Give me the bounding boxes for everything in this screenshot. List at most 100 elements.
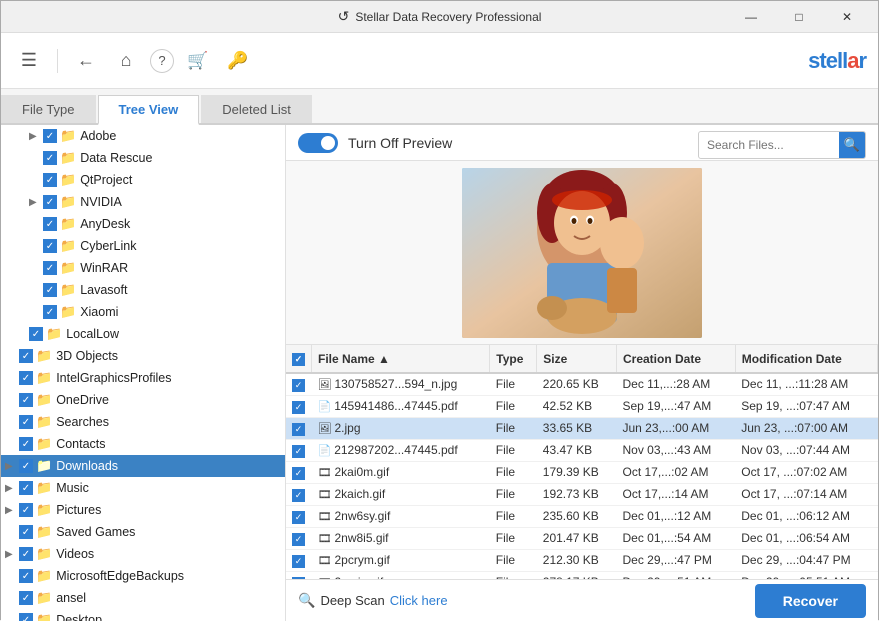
tab-deleted-list[interactable]: Deleted List (201, 95, 312, 123)
tree-item[interactable]: ✓📁AnyDesk (1, 213, 285, 235)
table-row[interactable]: ✓ 🖼2.jpg File 33.65 KB Jun 23,...:00 AM … (286, 417, 878, 439)
tree-checkbox[interactable]: ✓ (19, 437, 33, 451)
tree-checkbox[interactable]: ✓ (19, 393, 33, 407)
home-icon[interactable]: ⌂ (110, 45, 142, 77)
tree-item[interactable]: ▶✓📁Pictures (1, 499, 285, 521)
table-row[interactable]: ✓ 📄212987202...47445.pdf File 43.47 KB N… (286, 439, 878, 461)
tab-file-type[interactable]: File Type (1, 95, 96, 123)
tree-item[interactable]: ✓📁LocalLow (1, 323, 285, 345)
row-modified: Oct 17, ...:07:02 AM (735, 461, 877, 483)
tree-checkbox[interactable]: ✓ (19, 371, 33, 385)
table-row[interactable]: ✓ 🖼130758527...594_n.jpg File 220.65 KB … (286, 373, 878, 395)
tree-checkbox[interactable]: ✓ (43, 283, 57, 297)
tree-checkbox[interactable]: ✓ (19, 503, 33, 517)
tree-item[interactable]: ✓📁3D Objects (1, 345, 285, 367)
menu-icon[interactable]: ☰ (13, 45, 45, 77)
back-icon[interactable]: ← (70, 45, 102, 77)
tree-checkbox[interactable]: ✓ (43, 261, 57, 275)
table-row[interactable]: ✓ 🎞2pyrja.gif File 278.17 KB Dec 29,...:… (286, 571, 878, 579)
tree-checkbox[interactable]: ✓ (19, 591, 33, 605)
table-row[interactable]: ✓ 🎞2nw8i5.gif File 201.47 KB Dec 01,...:… (286, 527, 878, 549)
tree-item[interactable]: ✓📁OneDrive (1, 389, 285, 411)
tree-item[interactable]: ▶✓📁NVIDIA (1, 191, 285, 213)
tree-item[interactable]: ✓📁Xiaomi (1, 301, 285, 323)
tree-checkbox[interactable]: ✓ (43, 305, 57, 319)
table-row[interactable]: ✓ 📄145941486...47445.pdf File 42.52 KB S… (286, 395, 878, 417)
tree-item[interactable]: ✓📁ansel (1, 587, 285, 609)
tree-checkbox[interactable]: ✓ (19, 547, 33, 561)
tree-item[interactable]: ✓📁Contacts (1, 433, 285, 455)
tree-checkbox[interactable]: ✓ (19, 569, 33, 583)
tree-item[interactable]: ✓📁Searches (1, 411, 285, 433)
search-input[interactable] (699, 135, 839, 155)
col-size[interactable]: Size (537, 345, 617, 373)
maximize-button[interactable]: □ (776, 1, 822, 33)
row-checkbox-cell[interactable]: ✓ (286, 483, 312, 505)
row-checkbox[interactable]: ✓ (292, 467, 305, 480)
row-checkbox-cell[interactable]: ✓ (286, 505, 312, 527)
select-all-checkbox[interactable]: ✓ (292, 353, 305, 366)
search-button[interactable]: 🔍 (839, 132, 865, 158)
col-type[interactable]: Type (490, 345, 537, 373)
row-checkbox-cell[interactable]: ✓ (286, 373, 312, 395)
tree-checkbox[interactable]: ✓ (19, 459, 33, 473)
col-created[interactable]: Creation Date (616, 345, 735, 373)
row-checkbox[interactable]: ✓ (292, 423, 305, 436)
tree-checkbox[interactable]: ✓ (43, 239, 57, 253)
tree-item[interactable]: ▶✓📁Videos (1, 543, 285, 565)
row-checkbox[interactable]: ✓ (292, 511, 305, 524)
tree-item-label: IntelGraphicsProfiles (56, 371, 171, 385)
tab-tree-view[interactable]: Tree View (98, 95, 200, 125)
key-icon[interactable]: 🔑 (222, 45, 254, 77)
tree-checkbox[interactable]: ✓ (19, 525, 33, 539)
tree-item[interactable]: ✓📁IntelGraphicsProfiles (1, 367, 285, 389)
close-button[interactable]: ✕ (824, 1, 870, 33)
row-checkbox[interactable]: ✓ (292, 555, 305, 568)
cart-icon[interactable]: 🛒 (182, 45, 214, 77)
col-filename[interactable]: File Name ▲ (312, 345, 490, 373)
row-checkbox-cell[interactable]: ✓ (286, 571, 312, 579)
table-row[interactable]: ✓ 🎞2kai0m.gif File 179.39 KB Oct 17,...:… (286, 461, 878, 483)
row-checkbox[interactable]: ✓ (292, 489, 305, 502)
tree-item[interactable]: ▶✓📁Adobe (1, 125, 285, 147)
row-checkbox-cell[interactable]: ✓ (286, 417, 312, 439)
tree-item[interactable]: ✓📁Saved Games (1, 521, 285, 543)
tree-item[interactable]: ✓📁QtProject (1, 169, 285, 191)
tree-item[interactable]: ▶✓📁Music (1, 477, 285, 499)
row-checkbox-cell[interactable]: ✓ (286, 439, 312, 461)
recover-button[interactable]: Recover (755, 584, 866, 618)
row-checkbox[interactable]: ✓ (292, 533, 305, 546)
tree-checkbox[interactable]: ✓ (43, 129, 57, 143)
row-checkbox-cell[interactable]: ✓ (286, 527, 312, 549)
tree-arrow-icon: ▶ (5, 461, 19, 472)
row-checkbox-cell[interactable]: ✓ (286, 395, 312, 417)
tree-item[interactable]: ✓📁Data Rescue (1, 147, 285, 169)
preview-toggle[interactable] (298, 133, 338, 153)
row-checkbox[interactable]: ✓ (292, 401, 305, 414)
tree-item[interactable]: ✓📁MicrosoftEdgeBackups (1, 565, 285, 587)
tree-checkbox[interactable]: ✓ (43, 151, 57, 165)
row-checkbox[interactable]: ✓ (292, 445, 305, 458)
tree-checkbox[interactable]: ✓ (29, 327, 43, 341)
tree-checkbox[interactable]: ✓ (19, 349, 33, 363)
row-checkbox-cell[interactable]: ✓ (286, 549, 312, 571)
tree-item[interactable]: ✓📁WinRAR (1, 257, 285, 279)
tree-item[interactable]: ✓📁CyberLink (1, 235, 285, 257)
tree-item[interactable]: ✓📁Desktop (1, 609, 285, 621)
help-icon[interactable]: ? (150, 49, 174, 73)
row-checkbox[interactable]: ✓ (292, 379, 305, 392)
tree-checkbox[interactable]: ✓ (19, 481, 33, 495)
table-row[interactable]: ✓ 🎞2kaich.gif File 192.73 KB Oct 17,...:… (286, 483, 878, 505)
tree-checkbox[interactable]: ✓ (19, 415, 33, 429)
table-row[interactable]: ✓ 🎞2pcrym.gif File 212.30 KB Dec 29,...:… (286, 549, 878, 571)
row-checkbox-cell[interactable]: ✓ (286, 461, 312, 483)
col-modified[interactable]: Modification Date (735, 345, 877, 373)
tree-item[interactable]: ✓📁Lavasoft (1, 279, 285, 301)
tree-checkbox[interactable]: ✓ (43, 173, 57, 187)
table-row[interactable]: ✓ 🎞2nw6sy.gif File 235.60 KB Dec 01,...:… (286, 505, 878, 527)
tree-checkbox[interactable]: ✓ (43, 195, 57, 209)
tree-item[interactable]: ▶✓📁Downloads (1, 455, 285, 477)
minimize-button[interactable]: — (728, 1, 774, 33)
click-here-link[interactable]: Click here (390, 593, 448, 608)
tree-checkbox[interactable]: ✓ (43, 217, 57, 231)
